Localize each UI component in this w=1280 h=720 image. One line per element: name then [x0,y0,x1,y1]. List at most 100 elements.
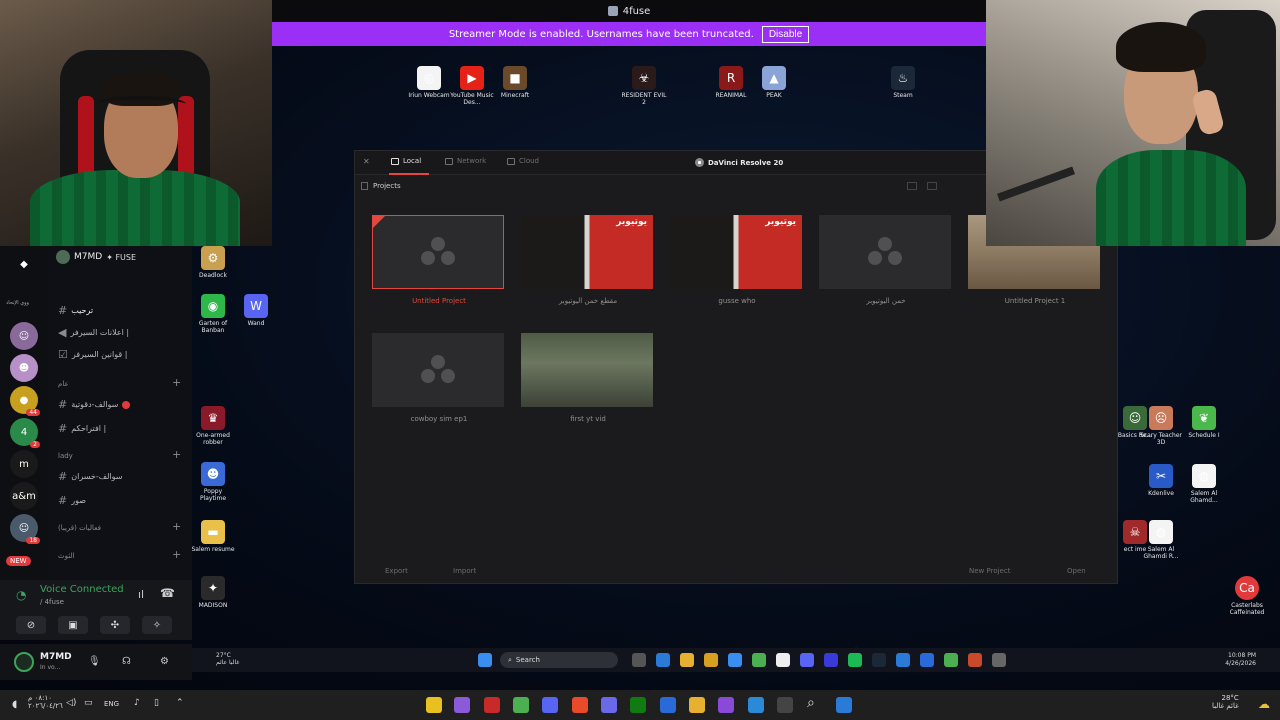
settings-icon[interactable]: ⚙ [160,656,169,667]
app-icon-3[interactable] [920,653,934,667]
add-channel-icon[interactable]: + [172,520,181,533]
otb-app-5-icon[interactable] [777,697,793,713]
desktop-icon[interactable]: ▬ Salem resume [190,520,236,553]
otb-app-4-icon[interactable] [601,697,617,713]
taskbar-search[interactable]: ⌕ Search [500,652,618,668]
chrome-icon-3[interactable] [968,653,982,667]
user-avatar[interactable] [14,652,34,672]
app-icon-2[interactable] [824,653,838,667]
app-icon-4[interactable] [992,653,1006,667]
camera-off-button[interactable]: ⊘ [16,616,46,634]
disconnect-icon[interactable]: ☎ [160,586,175,600]
otb-search-icon[interactable]: ⌕ [807,695,815,711]
otb-app-3-icon[interactable] [484,697,500,713]
task-view-icon[interactable] [632,653,646,667]
desktop-icon[interactable]: ☹ Scary Teacher 3D [1138,406,1184,446]
new-folder-icon[interactable] [907,182,917,190]
microphone-icon[interactable]: 🎙︎ [88,656,101,667]
tab-network[interactable]: Network [445,157,486,165]
server-icon[interactable]: ● 44 [10,386,40,416]
channel-item[interactable]: # سوالف-دقوتية [58,398,131,411]
captured-clock[interactable]: 10:08 PM 4/26/2026 [1225,652,1256,668]
iriun-icon[interactable] [776,653,790,667]
desktop-icon[interactable]: ✦ MADISON [190,576,236,609]
edge-icon[interactable] [656,653,670,667]
add-channel-icon[interactable]: + [172,448,181,461]
store-icon[interactable] [704,653,718,667]
desktop-icon[interactable]: ⚙ Deadlock [190,246,236,279]
desktop-icon[interactable]: ◍ Salem Al Ghamd... [1181,464,1227,504]
trash-icon[interactable]: ▯ [154,698,159,708]
project-tile[interactable]: cowboy sim ep1 [372,333,506,423]
project-tile[interactable]: first yt vid [521,333,655,423]
start-icon[interactable] [478,653,492,667]
vscode-icon[interactable] [896,653,910,667]
server-header[interactable]: M7MD ✦ FUSE [56,250,136,264]
close-icon[interactable]: ✕ [363,157,370,166]
add-channel-icon[interactable]: + [172,376,181,389]
volume-icon[interactable]: ◁) [66,698,76,708]
desktop-icon[interactable]: ◍ Salem Al Ghamdi R... [1138,520,1184,560]
chevron-up-icon[interactable]: ⌃ [176,698,184,708]
desktop-icon[interactable]: Ca Casterlabs Caffeinated [1224,576,1270,616]
activities-button[interactable]: ✣ [100,616,130,634]
server-icon[interactable]: a&m [10,482,38,510]
desktop-icon[interactable]: ♛ One-armed robber [190,406,236,446]
soundboard-icon[interactable]: ıl [138,588,144,601]
server-icon[interactable]: ☺ [10,322,38,350]
network-status-icon[interactable]: ▭ [84,698,93,708]
desktop-icon[interactable]: ✂ Kdenlive [1138,464,1184,497]
otb-chrome-2-icon[interactable] [572,697,588,713]
chrome-icon-2[interactable] [944,653,958,667]
system-clock[interactable]: ٠٨:١٠ م ٢٠٢٦/٠٤/٢٦ [28,694,63,710]
otb-edge-icon[interactable] [748,697,764,713]
channel-category[interactable]: lady [58,452,73,460]
project-tile[interactable]: Untitled Project [372,215,506,305]
desktop-icon[interactable]: ▶ YouTube Music Des... [449,66,495,106]
taskbar-weather[interactable]: 27°C غالبا عائم [216,652,239,666]
mic-icon[interactable]: ♪ [134,698,140,708]
language-indicator[interactable]: ENG [104,700,119,708]
headphones-icon[interactable]: ☊ [122,656,131,667]
desktop-icon[interactable]: ☻ Poppy Playtime [190,462,236,502]
server-icon[interactable]: ◆ [10,250,38,278]
new-project-button[interactable]: New Project [969,567,1010,575]
channel-item[interactable]: # سوالف-خسران [58,470,122,483]
desktop-icon[interactable]: W Wand [233,294,279,327]
project-tile[interactable]: خمن اليوتيوبر [819,215,953,305]
project-tile[interactable]: يوتيوبر gusse who [670,215,804,305]
desktop-icon[interactable]: ▲ PEAK [751,66,797,99]
channel-item[interactable]: ☑ قوانين السيرفر | [58,348,127,361]
export-button[interactable]: Export [385,567,408,575]
otb-chrome-icon[interactable] [513,697,529,713]
desktop-icon[interactable]: ◎ Iriun Webcam [406,66,452,99]
file-explorer-icon[interactable] [680,653,694,667]
channel-category[interactable]: الثوث [58,552,74,560]
desktop-icon[interactable]: ■ Minecraft [492,66,538,99]
open-button[interactable]: Open [1067,567,1086,575]
add-channel-icon[interactable]: + [172,548,181,561]
voice-channel[interactable]: / 4fuse [40,598,64,606]
desktop-icon[interactable]: ❦ Schedule I [1181,406,1227,439]
channel-category[interactable]: عام [58,380,69,388]
import-button[interactable]: Import [453,567,476,575]
chrome-icon[interactable] [752,653,766,667]
server-icon[interactable]: ☺ 18 [10,514,40,544]
screen-share-button[interactable]: ▣ [58,616,88,634]
otb-xbox-icon[interactable] [630,697,646,713]
otb-app-1-icon[interactable] [426,697,442,713]
tab-cloud[interactable]: Cloud [507,157,539,165]
otb-app-2-icon[interactable] [454,697,470,713]
steam-icon[interactable] [872,653,886,667]
channel-item[interactable]: # صور [58,494,86,507]
otb-file-explorer-icon[interactable] [689,697,705,713]
otb-discord-icon[interactable] [542,697,558,713]
channel-category[interactable]: فعاليات (قريبا) [58,524,101,532]
desktop-icon[interactable]: R REANIMAL [708,66,754,99]
sidebar-toggle-icon[interactable] [361,182,368,190]
desktop-icon[interactable]: ☣ RESIDENT EVIL 2 [621,66,667,106]
otb-weather[interactable]: 28°C غائم غالبا [1212,694,1239,710]
desktop-icon[interactable]: ◉ Garten of Banban [190,294,236,334]
server-icon[interactable]: 42 [10,418,40,448]
channel-item[interactable]: # ترحيب [58,304,93,317]
